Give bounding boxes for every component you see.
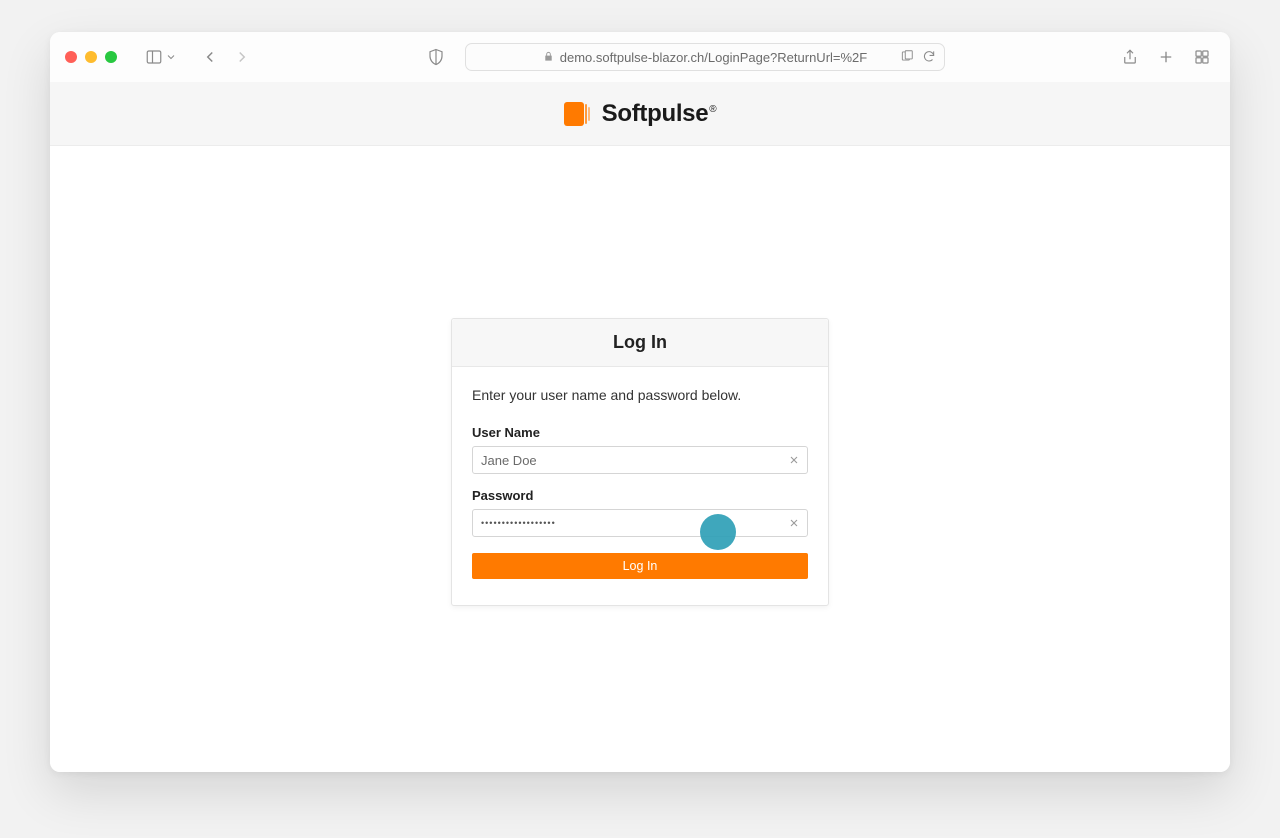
brand-mark-icon bbox=[564, 101, 590, 127]
url-text: demo.softpulse-blazor.ch/LoginPage?Retur… bbox=[560, 50, 867, 65]
lock-icon bbox=[543, 50, 554, 65]
login-card: Log In Enter your user name and password… bbox=[451, 318, 829, 606]
brand-logo: Softpulse® bbox=[564, 100, 717, 128]
window-minimize-button[interactable] bbox=[85, 51, 97, 63]
reader-icon[interactable] bbox=[900, 49, 914, 66]
password-label: Password bbox=[472, 488, 808, 503]
username-input[interactable] bbox=[472, 446, 808, 474]
chevron-down-icon[interactable] bbox=[165, 48, 177, 66]
clear-username-icon[interactable] bbox=[786, 452, 802, 468]
login-button[interactable]: Log In bbox=[472, 553, 808, 579]
traffic-lights bbox=[65, 51, 117, 63]
address-bar[interactable]: demo.softpulse-blazor.ch/LoginPage?Retur… bbox=[465, 43, 945, 71]
privacy-shield-icon[interactable] bbox=[427, 48, 445, 66]
share-icon[interactable] bbox=[1121, 48, 1139, 66]
clear-password-icon[interactable] bbox=[786, 515, 802, 531]
page-content: Log In Enter your user name and password… bbox=[50, 146, 1230, 772]
username-label: User Name bbox=[472, 425, 808, 440]
new-tab-icon[interactable] bbox=[1157, 48, 1175, 66]
password-input[interactable] bbox=[472, 509, 808, 537]
forward-button[interactable] bbox=[233, 48, 251, 66]
brand-name: Softpulse® bbox=[602, 100, 717, 128]
login-instruction: Enter your user name and password below. bbox=[472, 387, 808, 403]
login-title: Log In bbox=[452, 319, 828, 367]
window-close-button[interactable] bbox=[65, 51, 77, 63]
refresh-icon[interactable] bbox=[922, 49, 936, 66]
back-button[interactable] bbox=[201, 48, 219, 66]
page-header: Softpulse® bbox=[50, 82, 1230, 146]
window-maximize-button[interactable] bbox=[105, 51, 117, 63]
tabs-overview-icon[interactable] bbox=[1193, 48, 1211, 66]
browser-window: demo.softpulse-blazor.ch/LoginPage?Retur… bbox=[50, 32, 1230, 772]
sidebar-icon[interactable] bbox=[145, 48, 163, 66]
browser-toolbar: demo.softpulse-blazor.ch/LoginPage?Retur… bbox=[50, 32, 1230, 82]
